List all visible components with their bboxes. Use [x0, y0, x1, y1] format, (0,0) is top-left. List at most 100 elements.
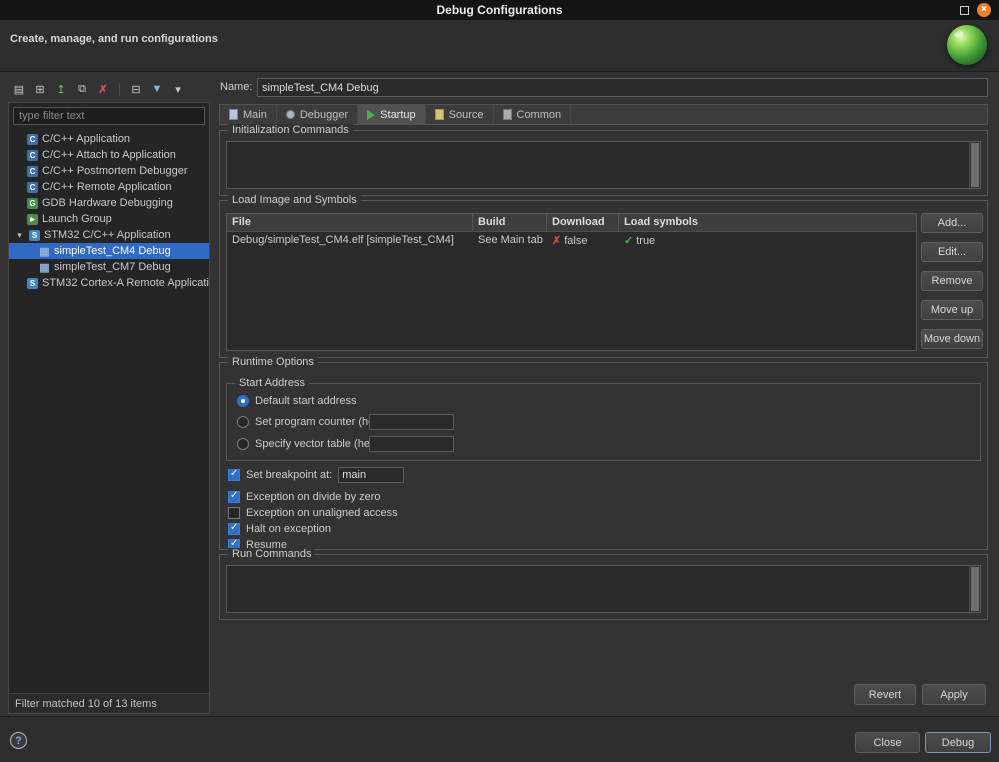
tree-item-stm32-cortex-a[interactable]: STM32 Cortex-A Remote Application [9, 275, 209, 291]
close-button[interactable]: Close [855, 732, 920, 753]
c-application-icon [27, 182, 38, 193]
config-tabs: Main Debugger Startup Source Common [219, 104, 988, 125]
vector-table-input[interactable] [369, 436, 454, 452]
column-download[interactable]: Download [547, 214, 619, 231]
default-start-address-radio[interactable] [237, 395, 249, 407]
tree-item-simpletest-cm7[interactable]: simpleTest_CM7 Debug [9, 259, 209, 275]
new-prototype-icon[interactable]: ⊞ [31, 80, 49, 98]
vector-table-radio[interactable] [237, 438, 249, 450]
panel-sash[interactable] [210, 76, 217, 714]
tree-item-label: C/C++ Application [42, 133, 130, 145]
main-tab-icon [229, 109, 238, 120]
expand-chevron-icon[interactable] [14, 230, 25, 241]
run-commands-input[interactable] [227, 566, 969, 612]
tab-startup[interactable]: Startup [358, 105, 425, 124]
collapse-all-icon[interactable]: ⊟ [127, 80, 145, 98]
initialization-commands-input[interactable] [227, 142, 969, 188]
vector-table-row: Specify vector table (hex): [237, 436, 970, 452]
add-button[interactable]: Add... [921, 213, 983, 233]
run-commands-group: Run Commands [219, 554, 988, 620]
apply-button[interactable]: Apply [922, 684, 986, 705]
debugger-tab-icon [286, 110, 295, 119]
scrollbar-thumb[interactable] [971, 567, 979, 611]
launch-group-icon [27, 214, 38, 225]
scrollbar[interactable] [969, 566, 980, 612]
divide-by-zero-row: Exception on divide by zero [228, 489, 381, 505]
column-file[interactable]: File [227, 214, 473, 231]
set-breakpoint-checkbox[interactable] [228, 469, 240, 481]
column-load-symbols[interactable]: Load symbols [619, 214, 916, 231]
elf-binary-icon [39, 246, 50, 257]
tab-main[interactable]: Main [220, 105, 277, 124]
restore-icon[interactable] [960, 6, 969, 15]
start-address-group: Start Address Default start address Set … [226, 383, 981, 461]
scrollbar-thumb[interactable] [971, 143, 979, 187]
tree-item-label: STM32 C/C++ Application [44, 229, 171, 241]
window-title: Debug Configurations [437, 3, 563, 17]
new-configuration-icon[interactable]: ▤ [10, 80, 28, 98]
move-down-button[interactable]: Move down [921, 329, 983, 349]
breakpoint-input[interactable] [338, 467, 404, 483]
group-title: Load Image and Symbols [228, 194, 361, 206]
table-header: File Build Download Load symbols [227, 214, 916, 232]
group-title: Initialization Commands [228, 124, 353, 136]
help-icon[interactable]: ? [10, 732, 27, 749]
load-image-table: File Build Download Load symbols Debug/s… [226, 213, 917, 351]
gdb-debugging-icon [27, 198, 38, 209]
tree-item-label: C/C++ Postmortem Debugger [42, 165, 188, 177]
program-counter-input[interactable] [369, 414, 454, 430]
scrollbar[interactable] [969, 142, 980, 188]
tree-item-launch-group[interactable]: Launch Group [9, 211, 209, 227]
tree-item-simpletest-cm4[interactable]: simpleTest_CM4 Debug [9, 243, 209, 259]
load-image-group: Load Image and Symbols File Build Downlo… [219, 200, 988, 358]
toolbar-separator [119, 83, 120, 96]
edit-button[interactable]: Edit... [921, 242, 983, 262]
table-row[interactable]: Debug/simpleTest_CM4.elf [simpleTest_CM4… [227, 232, 916, 249]
tree-item-cpp-attach[interactable]: C/C++ Attach to Application [9, 147, 209, 163]
tab-source[interactable]: Source [426, 105, 494, 124]
cell-build: See Main tab [473, 232, 547, 249]
name-input[interactable] [257, 78, 988, 97]
true-check-icon [624, 235, 636, 247]
tree-item-gdb-hardware[interactable]: GDB Hardware Debugging [9, 195, 209, 211]
debug-configurations-window: Debug Configurations Create, manage, and… [0, 0, 999, 762]
view-menu-icon[interactable]: ▾ [169, 80, 187, 98]
program-counter-row: Set program counter (hex): [237, 414, 970, 430]
filter-input[interactable] [13, 107, 205, 125]
divide-by-zero-checkbox[interactable] [228, 491, 240, 503]
sidebar-toolbar: ▤ ⊞ ↥ ⧉ ✗ ⊟ ▼ ▾ [10, 78, 187, 100]
duplicate-configuration-icon[interactable]: ⧉ [73, 80, 91, 98]
filter-configurations-icon[interactable]: ▼ [148, 80, 166, 98]
configurations-tree: C/C++ Application C/C++ Attach to Applic… [9, 131, 209, 692]
tree-item-cpp-application[interactable]: C/C++ Application [9, 131, 209, 147]
table-buttons: Add... Edit... Remove Move up Move down [921, 213, 983, 349]
filter-status: Filter matched 10 of 13 items [9, 693, 209, 713]
tab-debugger[interactable]: Debugger [277, 105, 358, 124]
cell-file: Debug/simpleTest_CM4.elf [simpleTest_CM4… [227, 232, 473, 249]
run-commands-box [226, 565, 981, 613]
tree-item-cpp-remote[interactable]: C/C++ Remote Application [9, 179, 209, 195]
program-counter-radio[interactable] [237, 416, 249, 428]
initialization-commands-box [226, 141, 981, 189]
group-title: Start Address [235, 377, 309, 389]
column-build[interactable]: Build [473, 214, 547, 231]
debug-button[interactable]: Debug [925, 732, 991, 753]
tree-item-cpp-postmortem[interactable]: C/C++ Postmortem Debugger [9, 163, 209, 179]
set-breakpoint-row: Set breakpoint at: [228, 467, 404, 483]
revert-button[interactable]: Revert [854, 684, 916, 705]
c-application-icon [27, 134, 38, 145]
export-configurations-icon[interactable]: ↥ [52, 80, 70, 98]
dialog-footer: ? Close Debug [0, 716, 999, 762]
remove-button[interactable]: Remove [921, 271, 983, 291]
unaligned-access-checkbox[interactable] [228, 507, 240, 519]
halt-on-exception-checkbox[interactable] [228, 523, 240, 535]
tab-common[interactable]: Common [494, 105, 572, 124]
close-icon[interactable] [977, 3, 991, 17]
move-up-button[interactable]: Move up [921, 300, 983, 320]
tree-item-stm32-application[interactable]: STM32 C/C++ Application [9, 227, 209, 243]
elf-binary-icon [39, 262, 50, 273]
runtime-options-group: Runtime Options Start Address Default st… [219, 362, 988, 550]
cell-download: false [547, 232, 619, 249]
tree-item-label: simpleTest_CM4 Debug [54, 245, 171, 257]
delete-configuration-icon[interactable]: ✗ [94, 80, 112, 98]
